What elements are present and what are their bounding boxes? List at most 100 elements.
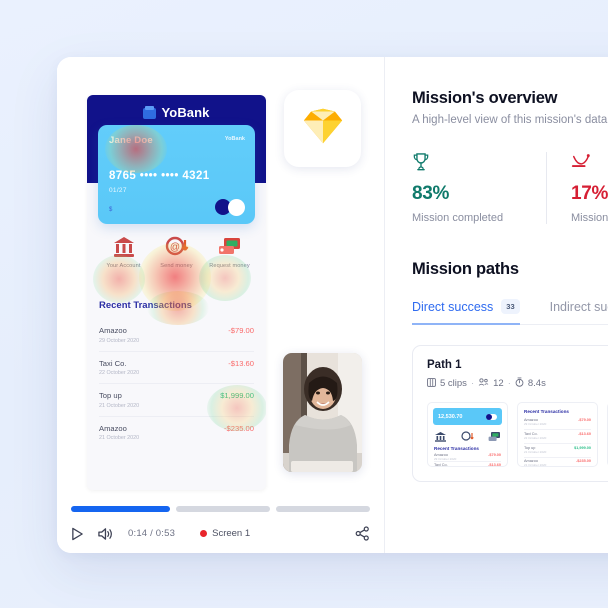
thumbnail[interactable]: Recent Transactions Amazoo 29 October 20…: [517, 402, 598, 467]
transaction-date: 21 October 2020: [99, 435, 140, 441]
path-thumbnails: 12,530.70 Recent Transactions Amazoo 29 …: [427, 402, 608, 467]
thumb-row: Taxi Co. 22 October 2020 -$13.60: [524, 432, 591, 440]
stat-mission-completed: 83% Mission completed: [412, 152, 546, 224]
share-icon[interactable]: [355, 526, 370, 541]
duration: 8.4s: [527, 378, 546, 389]
thumb-balance-card: 12,530.70: [433, 408, 502, 425]
transaction-row[interactable]: Amazoo 29 October 2020 -$79.00: [99, 319, 254, 352]
volume-icon[interactable]: [97, 527, 113, 541]
transaction-row[interactable]: Taxi Co. 22 October 2020 -$13.60: [99, 352, 254, 384]
timer-icon: [515, 377, 524, 390]
transaction-name: Amazoo: [99, 326, 127, 335]
screen-indicator[interactable]: Screen 1: [200, 528, 250, 539]
recording-window: YoBank Jane Doe YoBank 8765 •••• •••• 43…: [57, 57, 608, 553]
transaction-date: 22 October 2020: [99, 370, 140, 376]
trend-down-icon: [571, 152, 608, 174]
tab-label: Direct success: [412, 299, 494, 314]
transaction-name: Amazoo: [99, 423, 127, 433]
action-request-money[interactable]: Request money: [204, 235, 256, 269]
meta-separator: ·: [470, 378, 475, 389]
phone-mockup: YoBank Jane Doe YoBank 8765 •••• •••• 43…: [87, 95, 266, 490]
users-count: 12: [493, 378, 504, 389]
stat-mission-unsuccessful: 17% Mission unsuccessful: [546, 152, 608, 224]
thumb-row-date: 29 October 2020: [524, 422, 547, 426]
video-panel: YoBank Jane Doe YoBank 8765 •••• •••• 43…: [57, 57, 385, 553]
paths-tabs: Direct success 33 Indirect success: [412, 299, 608, 325]
overview-panel: Mission's overview A high-level view of …: [385, 57, 608, 553]
player-controls: 0:14 / 0:53 Screen 1: [57, 506, 384, 553]
card-holder-name: Jane Doe: [109, 135, 153, 146]
path-card[interactable]: Path 1 5 clips · 12 · 8.4s 12,530.70 Rec…: [412, 345, 608, 482]
bank-card: Jane Doe YoBank 8765 •••• •••• 4321 01/2…: [98, 125, 255, 224]
webcam-video[interactable]: [283, 353, 362, 472]
thumb-row-amount: -$79.00: [488, 453, 501, 457]
transaction-amount: -$235.00: [224, 423, 254, 433]
thumb-row-date: 21 October 2020: [524, 463, 547, 467]
divider: [524, 429, 591, 430]
mission-paths-title: Mission paths: [412, 260, 519, 278]
action-label: Your Account: [106, 263, 141, 269]
transaction-amount: $1,999.00: [220, 391, 254, 400]
transactions-section: Recent Transactions Amazoo 29 October 20…: [87, 300, 266, 448]
transaction-date: 21 October 2020: [99, 402, 140, 409]
stat-label: Mission unsuccessful: [571, 212, 608, 224]
thumb-row: Top up 21 October 2020 $1,999.00: [524, 446, 591, 454]
transaction-date: 29 October 2020: [99, 337, 140, 344]
progress-segments[interactable]: [71, 506, 370, 512]
progress-segment[interactable]: [275, 506, 370, 512]
users-icon: [478, 377, 489, 390]
progress-segment[interactable]: [175, 506, 270, 512]
sketch-app-card: [284, 90, 361, 167]
transaction-row[interactable]: Amazoo 21 October 2020 -$235.00: [99, 417, 254, 449]
card-currency: $: [109, 207, 113, 213]
transaction-amount: -$13.60: [228, 358, 254, 368]
bank-icon: [434, 429, 447, 447]
play-icon[interactable]: [71, 527, 84, 541]
thumbnail[interactable]: 12,530.70 Recent Transactions Amazoo 29 …: [427, 402, 508, 467]
trophy-icon: [412, 152, 532, 174]
stats-row: 83% Mission completed 17% Mission unsucc…: [412, 152, 608, 224]
path-name: Path 1: [427, 359, 462, 371]
card-toggle[interactable]: [215, 199, 245, 216]
wallet-icon: [143, 105, 157, 119]
control-bar: 0:14 / 0:53 Screen 1: [71, 526, 370, 541]
transaction-name: Taxi Co.: [99, 358, 127, 368]
sketch-logo-icon: [301, 106, 345, 151]
tab-direct-success[interactable]: Direct success 33: [412, 299, 520, 325]
request-money-icon: [488, 429, 501, 447]
thumb-section-title: Recent Transactions: [434, 446, 479, 451]
divider: [434, 461, 501, 462]
path-meta: 5 clips · 12 · 8.4s: [427, 377, 608, 390]
thumb-row-name: Taxi Co.: [434, 463, 448, 467]
thumb-amount: 12,530.70: [438, 413, 463, 420]
stat-value: 83%: [412, 183, 450, 204]
thumb-row-amount: $1,999.00: [574, 446, 591, 450]
bank-icon: [111, 235, 137, 259]
thumb-row-amount: -$235.00: [576, 459, 591, 463]
card-number: 8765 •••• •••• 4321: [109, 170, 210, 182]
thumb-row-amount: -$13.60: [488, 463, 501, 467]
clips-icon: [427, 377, 436, 390]
thumb-row: Amazoo 21 October 2020 -$235.00: [524, 459, 591, 467]
divider: [524, 457, 591, 458]
transaction-row[interactable]: Top up 21 October 2020 $1,999.00: [99, 384, 254, 417]
transaction-name: Top up: [99, 391, 122, 400]
progress-segment[interactable]: [71, 506, 170, 512]
action-send-money[interactable]: @ Send money: [151, 235, 203, 269]
send-money-icon: [461, 429, 474, 447]
record-dot-icon: [200, 530, 208, 537]
quick-actions: Your Account @ Send money Request money: [87, 235, 266, 269]
request-money-icon: [217, 235, 243, 259]
action-your-account[interactable]: Your Account: [98, 235, 150, 269]
thumb-row-amount: -$79.00: [578, 418, 591, 422]
thumb-row: Taxi Co. -$13.60: [434, 463, 501, 467]
thumb-row: Amazoo 29 October 2020 -$79.00: [434, 453, 501, 461]
app-root: YoBank Jane Doe YoBank 8765 •••• •••• 43…: [0, 0, 608, 608]
thumb-row-date: 22 October 2020: [524, 436, 547, 440]
action-label: Send money: [160, 263, 193, 269]
tab-label: Indirect success: [549, 300, 608, 314]
card-logo: YoBank: [224, 136, 245, 142]
meta-separator: ·: [507, 378, 511, 389]
tab-indirect-success[interactable]: Indirect success: [550, 299, 608, 324]
transaction-amount: -$79.00: [228, 326, 254, 335]
